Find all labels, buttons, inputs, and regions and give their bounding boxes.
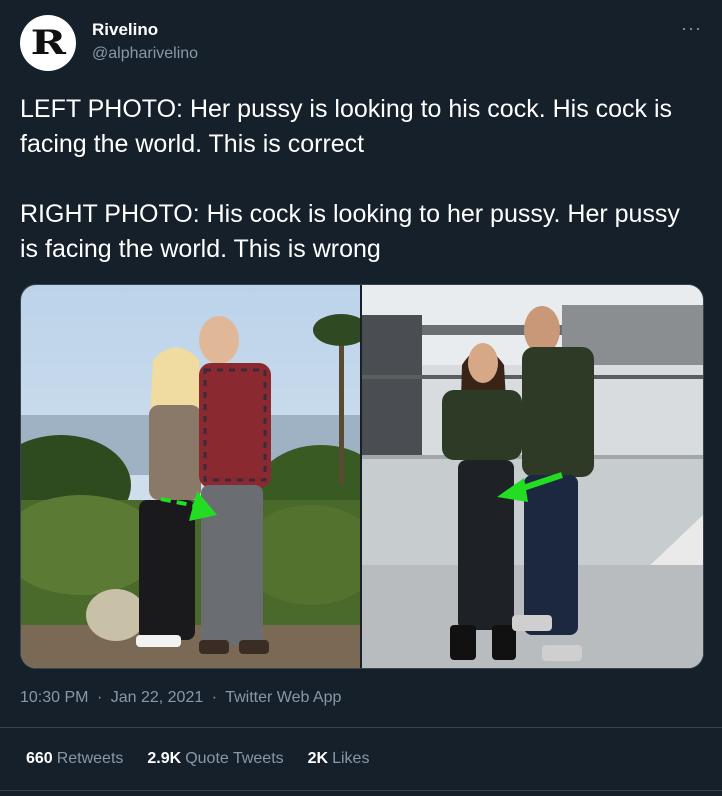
media-grid xyxy=(20,284,704,669)
likes-label: Likes xyxy=(332,750,370,767)
divider xyxy=(0,727,722,728)
divider xyxy=(0,790,722,791)
separator-dot: · xyxy=(211,689,218,706)
right-photo[interactable] xyxy=(362,285,703,668)
quote-tweets-label: Quote Tweets xyxy=(185,750,284,767)
tweet-time[interactable]: 10:30 PM xyxy=(20,689,88,706)
retweets-label: Retweets xyxy=(56,750,124,767)
tweet-date[interactable]: Jan 22, 2021 xyxy=(111,689,204,706)
left-photo[interactable] xyxy=(21,285,360,668)
tweet-stats: 660 Retweets 2.9K Quote Tweets 2K Likes xyxy=(26,750,369,768)
retweets-count: 660 xyxy=(26,750,53,767)
tweet-source[interactable]: Twitter Web App xyxy=(225,689,341,706)
likes-stat[interactable]: 2K Likes xyxy=(308,750,370,768)
tweet-meta: 10:30 PM · Jan 22, 2021 · Twitter Web Ap… xyxy=(20,689,341,707)
display-name[interactable]: Rivelino xyxy=(92,20,158,40)
avatar-logo: R xyxy=(30,23,66,63)
tweet: R Rivelino @alpharivelino ··· LEFT PHOTO… xyxy=(0,0,722,796)
tweet-paragraph: LEFT PHOTO: Her pussy is looking to his … xyxy=(20,95,673,158)
user-handle[interactable]: @alpharivelino xyxy=(92,45,198,63)
more-options-icon[interactable]: ··· xyxy=(681,18,702,39)
photo-couple-outdoor-icon xyxy=(21,285,360,668)
quote-tweets-stat[interactable]: 2.9K Quote Tweets xyxy=(147,750,283,768)
tweet-text: LEFT PHOTO: Her pussy is looking to his … xyxy=(20,92,700,267)
avatar[interactable]: R xyxy=(20,15,76,71)
tweet-paragraph: RIGHT PHOTO: His cock is looking to her … xyxy=(20,200,680,263)
likes-count: 2K xyxy=(307,750,329,767)
separator-dot: · xyxy=(96,689,103,706)
retweets-stat[interactable]: 660 Retweets xyxy=(26,750,123,768)
quote-tweets-count: 2.9K xyxy=(147,750,182,767)
photo-couple-mall-icon xyxy=(362,285,703,668)
